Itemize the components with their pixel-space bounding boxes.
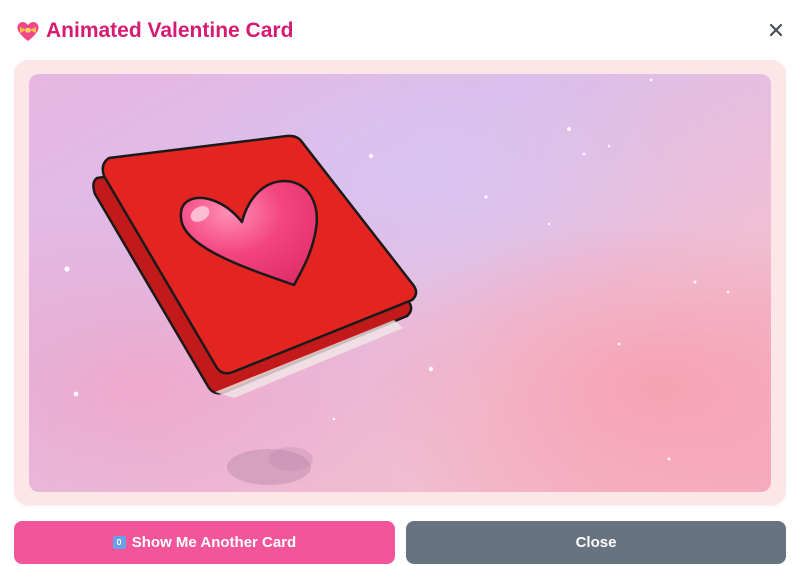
dialog-header: Animated Valentine Card [0,0,806,60]
close-button[interactable]: Close [406,521,786,564]
card-stage [29,74,771,492]
valentine-card-dialog: Animated Valentine Card Show Me Another … [0,0,806,566]
close-button-label: Close [575,534,617,551]
dialog-title: Animated Valentine Card [46,19,294,42]
show-another-card-label: Show Me Another Card [131,534,297,551]
card-stage-frame [14,60,786,505]
valentine-card-illustration [29,74,771,492]
close-icon[interactable] [764,18,788,42]
show-another-card-button[interactable]: Show Me Another Card [14,521,395,564]
heart-with-ribbon-icon [15,18,41,44]
shuffle-icon [112,536,126,549]
